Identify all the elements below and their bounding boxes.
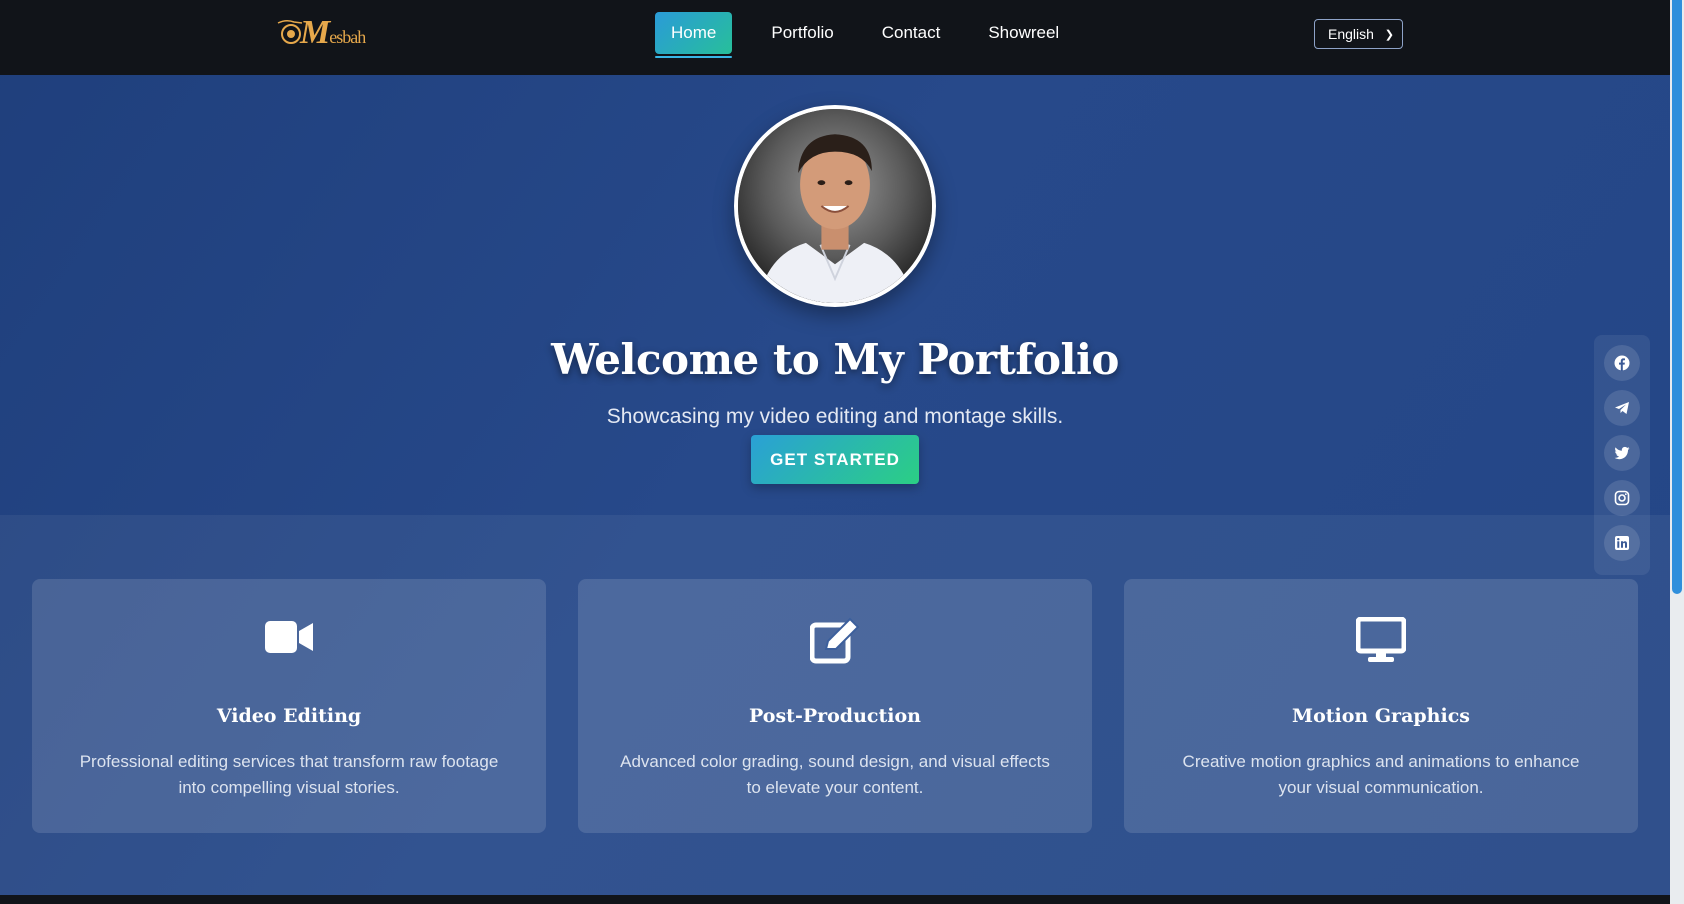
services-section: Video Editing Professional editing servi…	[0, 515, 1670, 895]
telegram-link[interactable]	[1604, 390, 1640, 426]
page-scrollbar[interactable]	[1670, 0, 1684, 904]
video-camera-icon	[265, 621, 313, 653]
footer-edge	[0, 895, 1670, 904]
main-nav: Home Portfolio Contact Showreel	[655, 11, 1083, 58]
page: Mesbah Home Portfolio Contact Showreel E…	[0, 0, 1670, 904]
instagram-icon	[1614, 490, 1630, 506]
edit-icon	[810, 617, 860, 664]
profile-avatar	[734, 105, 936, 307]
telegram-icon	[1615, 402, 1629, 414]
instagram-link[interactable]	[1604, 480, 1640, 516]
service-card-motion-graphics: Motion Graphics Creative motion graphics…	[1124, 579, 1638, 833]
service-description: Professional editing services that trans…	[79, 752, 499, 797]
hero-title: Welcome to My Portfolio	[551, 335, 1119, 384]
service-card-video-editing: Video Editing Professional editing servi…	[32, 579, 546, 833]
service-description: Advanced color grading, sound design, an…	[620, 752, 1050, 797]
get-started-button[interactable]: GET STARTED	[751, 435, 919, 484]
twitter-link[interactable]	[1604, 435, 1640, 471]
hero-section: Welcome to My Portfolio Showcasing my vi…	[0, 75, 1670, 515]
logo-text: Mesbah	[300, 14, 366, 51]
service-title: Post-Production	[749, 705, 921, 727]
twitter-icon	[1614, 446, 1630, 460]
profile-photo	[738, 109, 932, 303]
facebook-icon	[1614, 355, 1630, 371]
service-description: Creative motion graphics and animations …	[1182, 752, 1580, 797]
linkedin-link[interactable]	[1604, 525, 1640, 561]
language-select[interactable]: English ❯	[1314, 19, 1403, 49]
scrollbar-thumb[interactable]	[1672, 0, 1682, 594]
hero-subtitle: Showcasing my video editing and montage …	[606, 405, 1064, 428]
service-title: Video Editing	[216, 705, 362, 727]
nav-link-contact[interactable]: Contact	[858, 12, 965, 54]
chevron-down-icon: ❯	[1384, 28, 1394, 41]
nav-link-portfolio[interactable]: Portfolio	[747, 12, 857, 54]
linkedin-icon	[1615, 536, 1629, 550]
service-card-post-production: Post-Production Advanced color grading, …	[578, 579, 1092, 833]
navbar: Mesbah Home Portfolio Contact Showreel E…	[0, 0, 1670, 75]
nav-link-home[interactable]: Home	[655, 12, 733, 58]
desktop-monitor-icon	[1356, 617, 1406, 662]
service-title: Motion Graphics	[1292, 705, 1470, 727]
site-logo[interactable]: Mesbah	[272, 14, 387, 54]
nav-link-showreel[interactable]: Showreel	[964, 12, 1083, 54]
facebook-link[interactable]	[1604, 345, 1640, 381]
language-value: English	[1328, 26, 1374, 42]
social-sidebar	[1594, 335, 1650, 575]
